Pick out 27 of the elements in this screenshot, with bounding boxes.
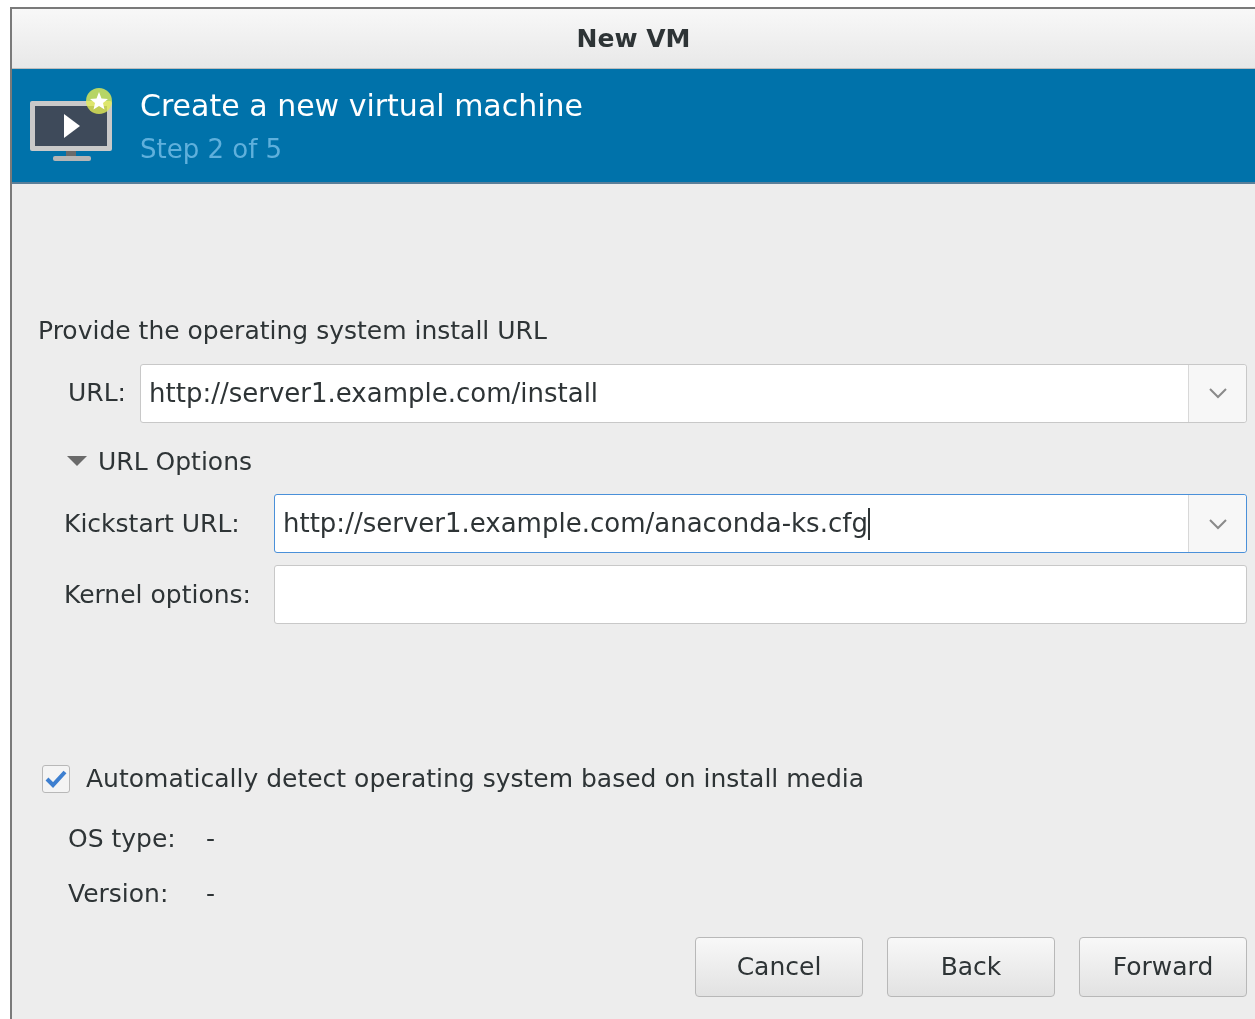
combo-field[interactable]: http://server1.example.com/install	[140, 363, 1247, 423]
input-field[interactable]	[274, 565, 1247, 624]
info-value: -	[206, 822, 216, 855]
checkmark-icon	[44, 768, 68, 789]
checkbox-label: Automatically detect operating system based on install media	[86, 763, 865, 795]
expander-toggle[interactable]: URL Options	[66, 442, 252, 480]
field-value: http://server1.example.com/install	[149, 376, 599, 410]
field-label: URL:	[68, 377, 127, 410]
info-value: -	[206, 878, 216, 910]
dialog-button[interactable]: Cancel	[695, 936, 863, 997]
triangle-down-icon	[66, 454, 88, 469]
dialog-button[interactable]: Back	[887, 936, 1055, 997]
section-prompt: Provide the operating system install URL	[38, 315, 548, 347]
combo-field[interactable]: http://server1.example.com/anaconda-ks.cfg	[274, 494, 1247, 553]
chevron-down-icon[interactable]	[1206, 516, 1229, 531]
text-cursor	[867, 507, 870, 540]
field-value: http://server1.example.com/anaconda-ks.cfg	[283, 507, 868, 540]
chevron-down-icon[interactable]	[1206, 386, 1229, 400]
field-label: Kickstart URL:	[64, 507, 241, 540]
banner-title: Create a new virtual machine	[140, 86, 584, 125]
dialog-button[interactable]: Forward	[1079, 936, 1247, 997]
info-label: Version:	[68, 878, 170, 910]
checkbox[interactable]	[42, 764, 70, 793]
field-label: Kernel options:	[64, 578, 252, 611]
info-label: OS type:	[68, 822, 177, 855]
window-title: New VM	[576, 22, 691, 55]
step-indicator: Step 2 of 5	[140, 132, 284, 166]
